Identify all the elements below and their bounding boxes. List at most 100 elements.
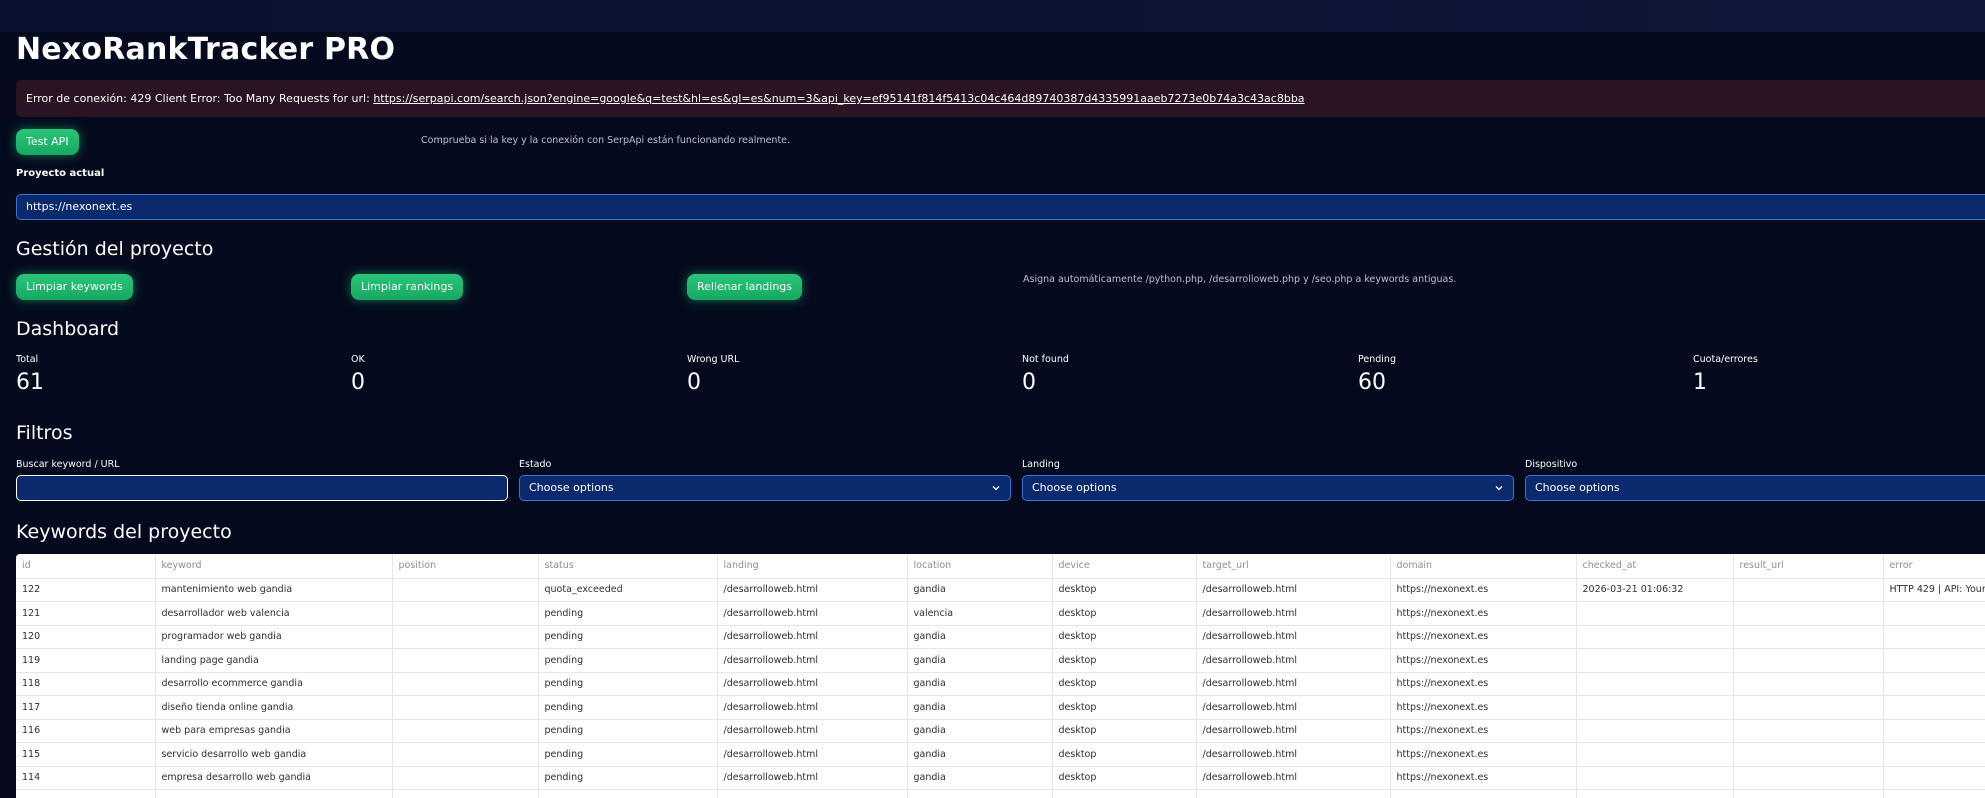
table-cell-location: gandia <box>907 648 1053 673</box>
table-cell-checked-at <box>1576 672 1734 696</box>
table-cell-landing: /desarrolloweb.html <box>717 672 908 696</box>
table-cell-keyword: desarrollador web valencia <box>155 601 393 626</box>
estado-select[interactable]: Choose options <box>519 475 1011 501</box>
column-header-result-url[interactable]: result_url <box>1733 554 1884 579</box>
clear-rankings-button[interactable]: Limpiar rankings <box>351 274 464 300</box>
table-cell-result-url <box>1733 601 1884 626</box>
table-cell-id: 120 <box>16 625 156 649</box>
table-cell-id: 116 <box>16 719 156 743</box>
table-cell-device: desktop <box>1052 742 1197 767</box>
table-cell-domain: https://nexonext.es <box>1390 625 1577 649</box>
table-cell-error <box>1883 625 1985 649</box>
landings-hint: Asigna automáticamente /python.php, /des… <box>1023 274 1457 285</box>
metric-not-found-value: 0 <box>1022 370 1036 395</box>
table-row[interactable]: 117 diseño tienda online gandia pending/de… <box>16 695 1985 720</box>
column-header-position[interactable]: position <box>392 554 539 579</box>
table-cell-domain: https://nexonext.es <box>1390 672 1577 696</box>
table-cell-checked-at <box>1576 648 1734 673</box>
metric-ok-label: OK <box>351 354 365 365</box>
column-header-id[interactable]: id <box>16 554 156 579</box>
metric-not-found-label: Not found <box>1022 354 1069 365</box>
table-cell-status: pending <box>538 766 718 790</box>
table-cell-status: pending <box>538 672 718 696</box>
table-cell-device: desktop <box>1052 672 1197 696</box>
metric-wrong-url-value: 0 <box>687 370 701 395</box>
table-cell-keyword: web para empresas gandia <box>155 719 393 743</box>
table-cell-domain: https://nexonext.es <box>1390 648 1577 673</box>
test-api-button[interactable]: Test API <box>16 129 79 155</box>
table-cell-domain: https://nexonext.es <box>1390 578 1577 602</box>
column-header-keyword[interactable]: keyword <box>155 554 393 579</box>
project-select[interactable]: https://nexonext.es <box>16 194 1985 220</box>
table-cell-id: 122 <box>16 578 156 602</box>
search-input[interactable] <box>16 475 508 501</box>
error-url-link[interactable]: https://serpapi.com/search.json?engine=g… <box>373 92 1304 105</box>
column-header-error[interactable]: error <box>1883 554 1985 579</box>
table-cell-status: pending <box>538 742 718 767</box>
column-header-landing[interactable]: landing <box>717 554 908 579</box>
table-row[interactable]: 115 servicio desarrollo web gandia pending… <box>16 742 1985 767</box>
metric-quota-value: 1 <box>1693 370 1707 395</box>
table-cell-id: 121 <box>16 601 156 626</box>
landing-select[interactable]: Choose options <box>1022 475 1514 501</box>
table-cell-landing: /desarrolloweb.html <box>717 766 908 790</box>
chevron-down-icon <box>1495 486 1503 491</box>
table-cell-domain <box>1390 789 1577 798</box>
table-cell-status: pending <box>538 719 718 743</box>
column-header-checked-at[interactable]: checked_at <box>1576 554 1734 579</box>
table-row[interactable]: 120 programador web gandia pending/desarro… <box>16 625 1985 649</box>
table-cell-id: 117 <box>16 695 156 720</box>
table-cell-keyword: mantenimiento web gandia <box>155 578 393 602</box>
table-cell-position <box>392 719 539 743</box>
table-row[interactable]: 118 desarrollo ecommerce gandia pending/de… <box>16 672 1985 696</box>
column-header-target-url[interactable]: target_url <box>1196 554 1391 579</box>
table-cell-location: gandia <box>907 695 1053 720</box>
table-cell-device: desktop <box>1052 695 1197 720</box>
fill-landings-button[interactable]: Rellenar landings <box>687 274 803 300</box>
column-header-status[interactable]: status <box>538 554 718 579</box>
table-row[interactable]: 119 landing page gandia pending/desarrollo… <box>16 648 1985 673</box>
table-cell-position <box>392 742 539 767</box>
metric-total-value: 61 <box>16 370 44 395</box>
table-row[interactable]: 114 empresa desarrollo web gandia pending /… <box>16 766 1985 790</box>
metric-total-label: Total <box>16 354 39 365</box>
table-cell-target-url: /desarrolloweb.html <box>1196 766 1391 790</box>
table-cell-error <box>1883 766 1985 790</box>
table-cell-id: 118 <box>16 672 156 696</box>
table-cell-checked-at <box>1576 719 1734 743</box>
table-cell-result-url <box>1733 578 1884 602</box>
table-cell-checked-at <box>1576 625 1734 649</box>
clear-keywords-button[interactable]: Limpiar keywords <box>16 274 133 300</box>
column-header-domain[interactable]: domain <box>1390 554 1577 579</box>
column-header-device[interactable]: device <box>1052 554 1197 579</box>
table-row[interactable]: 116 web para empresas gandia pending/desar… <box>16 719 1985 743</box>
table-cell-target-url: /desarrolloweb.html <box>1196 742 1391 767</box>
table-row[interactable]: 122 mantenimiento web gandia quota_exceede… <box>16 578 1985 602</box>
table-cell-result-url <box>1733 695 1884 720</box>
table-cell-keyword: landing page gandia <box>155 648 393 673</box>
keywords-table[interactable]: id keyword position status landing location de… <box>16 554 1985 798</box>
column-header-location[interactable]: location <box>907 554 1053 579</box>
table-cell-position <box>392 625 539 649</box>
estado-select-value: Choose options <box>529 481 614 494</box>
table-cell-keyword: programador web gandia <box>155 625 393 649</box>
table-cell-error <box>1883 742 1985 767</box>
table-cell-status: quota_exceeded <box>538 578 718 602</box>
table-row[interactable]: 121 desarrollador web valencia pending/des… <box>16 601 1985 626</box>
chevron-down-icon <box>992 486 1000 491</box>
table-row[interactable] <box>16 789 1985 798</box>
error-message: Error de conexión: 429 Client Error: Too… <box>26 92 374 105</box>
table-header-row: id keyword position status landing location de… <box>16 554 1985 579</box>
table-cell-checked-at <box>1576 789 1734 798</box>
table-cell-device: desktop <box>1052 648 1197 673</box>
table-cell-id <box>16 789 156 798</box>
table-cell-id: 115 <box>16 742 156 767</box>
metric-pending-label: Pending <box>1358 354 1396 365</box>
dispositivo-select[interactable]: Choose options <box>1525 475 1985 501</box>
keywords-heading: Keywords del proyecto <box>16 521 232 543</box>
estado-label: Estado <box>519 459 552 470</box>
table-cell-target-url: /desarrolloweb.html <box>1196 648 1391 673</box>
table-cell-error <box>1883 719 1985 743</box>
landing-select-value: Choose options <box>1032 481 1117 494</box>
table-cell-result-url <box>1733 742 1884 767</box>
